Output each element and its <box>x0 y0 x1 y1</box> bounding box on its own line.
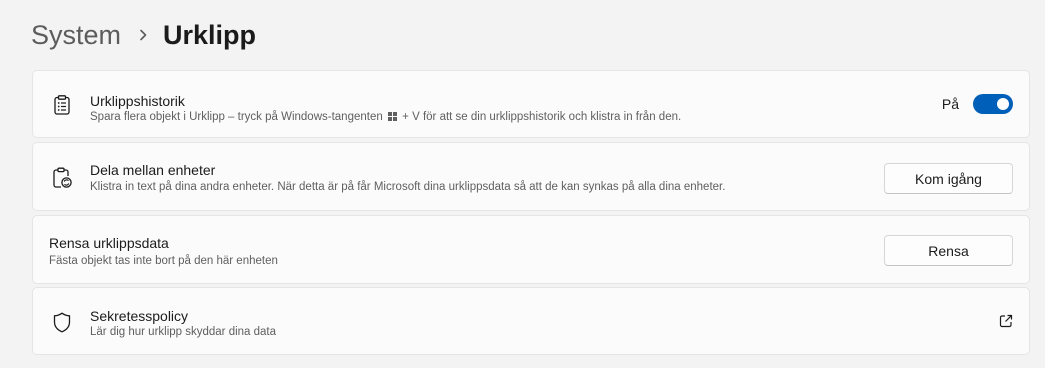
shield-icon <box>51 311 73 333</box>
clipboard-history-card: Urklippshistorik Spara flera objekt i Ur… <box>32 70 1030 138</box>
clipboard-history-title: Urklippshistorik <box>90 93 185 109</box>
breadcrumb: System Urklipp <box>31 14 256 56</box>
toggle-state-label: På <box>941 96 959 112</box>
clipboard-history-toggle-group: På <box>942 94 1013 114</box>
windows-key-icon <box>387 112 397 124</box>
clipboard-list-icon <box>51 94 73 116</box>
clear-data-title: Rensa urklippsdata <box>49 235 169 251</box>
clipboard-sync-icon <box>51 167 73 189</box>
share-devices-description: Klistra in text på dina andra enheter. N… <box>90 181 726 193</box>
clear-data-description: Fästa objekt tas inte bort på den här en… <box>49 255 278 267</box>
chevron-right-icon <box>139 29 147 41</box>
breadcrumb-system-link[interactable]: System <box>31 20 121 51</box>
share-devices-card: Dela mellan enheter Klistra in text på d… <box>32 142 1030 211</box>
clipboard-history-toggle[interactable] <box>973 94 1013 114</box>
clear-data-card: Rensa urklippsdata Fästa objekt tas inte… <box>32 215 1030 284</box>
toggle-knob <box>997 98 1009 110</box>
get-started-button[interactable]: Kom igång <box>884 163 1013 194</box>
open-external-icon[interactable] <box>999 314 1013 333</box>
privacy-policy-description: Lär dig hur urklipp skyddar dina data <box>90 326 277 338</box>
clipboard-history-desc-part2: + V för att se din urklippshistorik och … <box>402 111 682 123</box>
clipboard-history-description: Spara flera objekt i Urklipp – tryck på … <box>90 111 681 124</box>
share-devices-title: Dela mellan enheter <box>90 162 216 178</box>
page-title: Urklipp <box>163 19 257 50</box>
clipboard-history-desc-part1: Spara flera objekt i Urklipp – tryck på … <box>90 111 383 123</box>
privacy-policy-card[interactable]: Sekretesspolicy Lär dig hur urklipp skyd… <box>32 287 1030 355</box>
clear-button[interactable]: Rensa <box>884 235 1013 266</box>
privacy-policy-title: Sekretesspolicy <box>90 308 189 324</box>
